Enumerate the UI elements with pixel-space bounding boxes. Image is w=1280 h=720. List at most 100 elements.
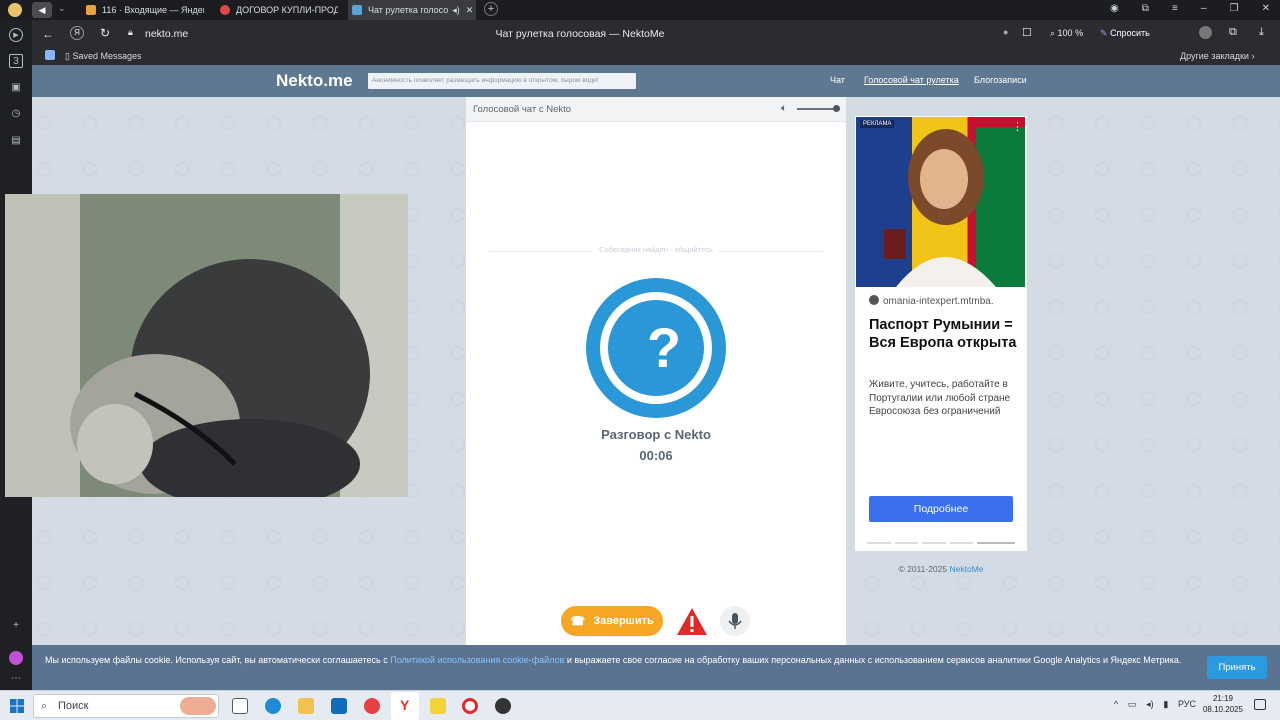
extension-icon[interactable]	[1199, 26, 1212, 39]
report-warning-icon[interactable]	[676, 607, 708, 637]
ad-domain[interactable]: omania-intexpert.mtmba.	[869, 295, 994, 307]
volume-slider[interactable]	[797, 105, 840, 112]
counter-badge[interactable]: 3	[9, 54, 23, 68]
downloads-icon[interactable]: ⤓	[1259, 26, 1264, 39]
app-dark-icon[interactable]	[495, 698, 511, 714]
account-icon[interactable]: ◉	[1110, 3, 1119, 17]
hangup-icon: ☎︎	[570, 614, 586, 628]
history-icon[interactable]: ◷	[9, 107, 23, 121]
ask-button[interactable]: ✎ Спросить	[1100, 28, 1150, 39]
ad-more-button[interactable]: Подробнее	[869, 496, 1013, 522]
ad-dot[interactable]	[949, 542, 974, 544]
tab-label: 116 · Входящие — Яндек	[102, 5, 204, 15]
volume-icon[interactable]: 🔈︎	[781, 103, 787, 114]
bookmarks-grid-icon[interactable]	[45, 50, 55, 60]
opera-icon[interactable]	[462, 698, 478, 714]
window-controls: ◉ ⧉ ≡ – ❐ ✕	[1110, 3, 1270, 17]
yandex-icon[interactable]: Я	[70, 26, 84, 40]
advertisement-card[interactable]: РЕКЛАМА ⋮ omania-intexpert.mtmba. Паспор…	[855, 116, 1027, 551]
bookmark-icon[interactable]: ☐	[1022, 26, 1032, 39]
browser-tab-bar: ◀ ⌄ 116 · Входящие — Яндек ДОГОВОР КУПЛИ…	[0, 0, 1280, 20]
add-panel-icon[interactable]: +	[9, 619, 23, 633]
ad-dot-active[interactable]	[977, 542, 1016, 544]
bookmarks-bar: ▯ Saved Messages Другие закладки ›	[0, 47, 1280, 65]
close-window-icon[interactable]: ✕	[1262, 3, 1270, 17]
tray-lang[interactable]: РУС	[1178, 699, 1196, 710]
tab-close-icon[interactable]: ✕	[466, 5, 474, 16]
edge-icon[interactable]	[265, 698, 281, 714]
reload-icon[interactable]: ↻	[100, 26, 110, 40]
bookmark-label: Saved Messages	[72, 51, 142, 61]
bookmark-saved-messages[interactable]: ▯ Saved Messages	[65, 51, 142, 62]
ask-icon: ✎	[1100, 28, 1108, 38]
browser-profile-icon[interactable]	[8, 3, 22, 17]
webcam-preview[interactable]	[5, 194, 408, 497]
tray-network-icon[interactable]: ▭	[1128, 699, 1137, 710]
restore-icon[interactable]: ❐	[1230, 3, 1239, 17]
ad-dot[interactable]	[867, 542, 891, 544]
taskbar-search[interactable]: ⌕ Поиск	[33, 694, 219, 718]
end-call-button[interactable]: ☎︎ Завершить	[561, 606, 663, 636]
cookie-text-before: Мы используем файлы cookie. Используя са…	[45, 655, 391, 665]
tab-audio-icon[interactable]: ◀	[32, 2, 52, 18]
cookie-text-after: и выражаете свое согласие на обработку в…	[564, 655, 1182, 665]
minimize-icon[interactable]: –	[1201, 3, 1207, 17]
microphone-button[interactable]	[720, 606, 750, 636]
windows-start-icon[interactable]	[10, 699, 24, 713]
outlook-icon[interactable]	[331, 698, 347, 714]
ad-image: РЕКЛАМА ⋮	[856, 117, 1025, 287]
ad-body: Живите, учитесь, работайте в Португалии …	[869, 379, 1011, 417]
menu-icon[interactable]: ≡	[1172, 3, 1178, 17]
nav-voice-chat[interactable]: Голосовой чат рулетка	[864, 75, 959, 85]
nav-chat[interactable]: Чат	[830, 75, 845, 85]
nav-blog[interactable]: Блогозаписи	[974, 75, 1027, 85]
zoom-indicator[interactable]: ⌕ 100 %	[1050, 28, 1083, 39]
tray-mic-icon[interactable]: ▮	[1163, 699, 1168, 710]
more-icon[interactable]: ⋯	[9, 672, 23, 686]
windows-taskbar: ⌕ Поиск Y ^ ▭ ◂) ▮ РУС 21:19 08.10.2025	[0, 690, 1280, 720]
tab-sound-icon[interactable]: ◂)	[452, 5, 460, 16]
back-icon[interactable]: ←	[42, 27, 54, 41]
tab-label: ДОГОВОР КУПЛИ-ПРОД	[236, 5, 338, 15]
ad-dot[interactable]	[894, 542, 919, 544]
ad-carousel-dots[interactable]	[867, 542, 1016, 544]
gallery-icon[interactable]: ▣	[9, 81, 23, 95]
other-bookmarks[interactable]: Другие закладки ›	[1180, 51, 1254, 61]
collections-icon[interactable]: ⧉	[1142, 3, 1149, 17]
notes-icon[interactable]: ▤	[9, 134, 23, 148]
app-icon[interactable]	[430, 698, 446, 714]
tray-volume-icon[interactable]: ◂)	[1146, 699, 1154, 710]
search-icon: ⌕	[41, 700, 48, 712]
lock-icon: 🔒︎	[128, 27, 133, 37]
ad-menu-icon[interactable]: ⋮	[1012, 120, 1023, 133]
ad-dot[interactable]	[922, 542, 946, 544]
notifications-icon[interactable]	[1254, 699, 1266, 710]
tabs-icon[interactable]: ⧉	[1229, 26, 1237, 39]
task-view-icon[interactable]	[232, 698, 248, 714]
footer-link[interactable]: NektoMe	[950, 564, 984, 574]
volume-slider-knob[interactable]	[833, 105, 840, 112]
mic-permission-icon[interactable]: ●	[1003, 27, 1008, 37]
zoom-value: 100 %	[1057, 28, 1084, 38]
cookie-accept-button[interactable]: Принять	[1207, 656, 1267, 679]
address-bar: ← Я ↻ 🔒︎ nekto.me Чат рулетка голосовая …	[0, 20, 1280, 47]
voice-chat-panel: Голосовой чат с Nekto 🔈︎ Собеседник найд…	[466, 97, 846, 690]
tab-list-chevron-icon[interactable]: ⌄	[58, 3, 66, 14]
cookie-banner: Мы используем файлы cookie. Используя са…	[32, 645, 1280, 690]
tray-chevron-icon[interactable]: ^	[1114, 699, 1118, 710]
new-tab-icon[interactable]: +	[484, 2, 498, 16]
cookie-policy-link[interactable]: Политикой использования cookie-файлов	[390, 655, 564, 665]
tab-mail[interactable]: 116 · Входящие — Яндек	[82, 0, 204, 20]
question-mark-icon: ?	[646, 316, 682, 379]
file-explorer-icon[interactable]	[298, 698, 314, 714]
url-field[interactable]: nekto.me	[145, 28, 188, 40]
site-logo[interactable]: Nekto.me	[276, 71, 353, 91]
tab-nekto-active[interactable]: Чат рулетка голосо ◂) ✕	[348, 0, 476, 20]
yandex-browser-icon[interactable]	[364, 698, 380, 714]
ad-headline[interactable]: Паспорт Румынии = Вся Европа открыта	[869, 316, 1019, 352]
play-icon[interactable]: ▶	[9, 28, 23, 42]
alice-icon[interactable]	[9, 651, 23, 665]
yandex-active-app[interactable]: Y	[391, 692, 419, 720]
taskbar-clock[interactable]: 21:19 08.10.2025	[1198, 693, 1248, 715]
tab-contract[interactable]: ДОГОВОР КУПЛИ-ПРОД	[216, 0, 338, 20]
